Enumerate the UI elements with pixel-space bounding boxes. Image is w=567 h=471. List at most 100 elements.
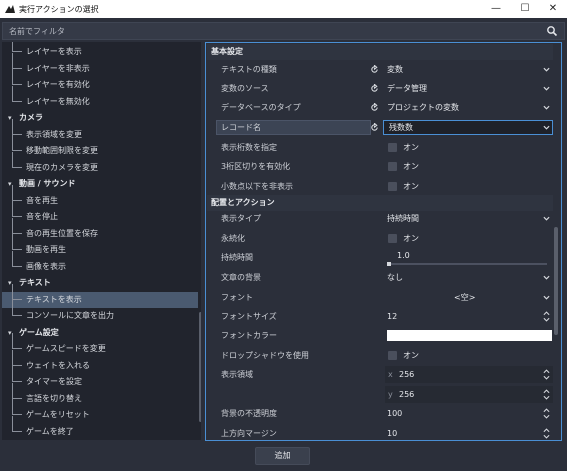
maximize-button[interactable]: ☐ [511,0,539,18]
chevron-down-icon[interactable] [543,275,550,280]
tree-item[interactable]: コンソールに文章を出力 [2,300,198,324]
tree-label: テキスト [19,278,51,287]
duration-slider-track[interactable] [387,263,547,265]
tree-label: タイマーを設定 [26,377,82,386]
tree-item[interactable]: タイマーを設定 [2,366,198,390]
checkbox[interactable] [388,143,397,152]
tree-item[interactable]: ゲームをリセット [2,399,198,423]
properties-scrollbar[interactable] [554,45,558,437]
chevron-down-icon[interactable] [543,295,550,300]
tree-item[interactable]: 音の再生位置を保存 [2,217,198,242]
tree-item[interactable]: 音を停止 [2,201,198,225]
spinner-icon[interactable] [543,369,550,380]
prop-record-name[interactable]: レコード名 残数数 [207,118,553,137]
dialog-footer: 追加 [0,443,567,471]
prop-font-size[interactable]: フォントサイズ 12 [207,307,553,326]
prop-display-area-x[interactable]: 表示領域 x 256 [207,365,553,384]
reset-icon[interactable] [370,65,379,74]
tree-label: 動画を再生 [26,245,66,254]
chevron-down-icon[interactable] [543,125,550,130]
chevron-down-icon[interactable] [543,67,550,72]
tree-item[interactable]: ウェイトを入れる [2,349,198,374]
properties-scrollbar-thumb[interactable] [554,227,558,335]
checkbox[interactable] [388,234,397,243]
prop-show-digits[interactable]: 表示桁数を指定 オン [207,138,553,157]
prop-var-source[interactable]: 変数のソース データ管理 [207,79,553,98]
tree-item[interactable]: 表示領域を変更 [2,118,198,143]
prop-persist[interactable]: 永続化 オン [207,229,553,248]
checkbox[interactable] [388,162,397,171]
prop-duration[interactable]: 持続時間 1.0 [207,248,553,267]
prop-text-background[interactable]: 文章の背景 なし [207,268,553,287]
tree-item[interactable]: 移動範囲制限を変更 [2,135,198,159]
tree-scrollbar[interactable] [199,312,201,422]
tree-item[interactable]: ゲームを終了 [2,415,198,440]
tree-item[interactable]: レイヤーを表示 [2,42,198,60]
prop-display-type[interactable]: 表示タイプ 持続時間 [207,209,553,228]
checkbox-label: オン [403,182,419,191]
minimize-button[interactable]: — [482,0,510,18]
tree-item[interactable]: 画像を表示 [2,250,198,275]
chevron-down-icon[interactable] [543,105,550,110]
prop-font[interactable]: フォント <空> [207,288,553,307]
tree-item[interactable]: レイヤーを無効化 [2,85,198,110]
tree-item[interactable]: 音を再生 [2,184,198,209]
tree-item[interactable]: 現在のカメラを変更 [2,151,198,176]
reset-icon[interactable] [370,103,379,112]
tree-label: カメラ [19,113,43,122]
tree-item[interactable]: レイヤーを非表示 [2,52,198,77]
prop-label: 表示タイプ [221,214,261,223]
prop-display-area-y[interactable]: y 256 [207,385,553,404]
add-button[interactable]: 追加 [255,447,310,465]
close-button[interactable]: ✕ [539,0,567,18]
tree-category[interactable]: ▾ 動画 / サウンド [2,176,198,192]
tree-guide-hook [12,397,22,399]
chevron-down-icon[interactable] [543,86,550,91]
tree-item[interactable]: テキストを表示 [2,283,198,308]
tree-item[interactable]: 言語を切り替え [2,382,198,407]
tree-category[interactable]: ▾ ゲーム設定 [2,325,198,341]
checkbox[interactable] [388,351,397,360]
prop-bg-opacity[interactable]: 背景の不透明度 100 [207,404,553,423]
font-color-swatch[interactable] [387,330,552,341]
tree-guide-hook [12,364,22,366]
tree-item[interactable]: レイヤーを有効化 [2,69,198,93]
prop-value: プロジェクトの変数 [387,103,459,112]
chevron-down-icon[interactable]: ▾ [8,325,12,341]
tree-category[interactable]: ▾ テキスト [2,275,198,291]
spinner-icon[interactable] [543,311,550,322]
prop-db-type[interactable]: データベースのタイプ プロジェクトの変数 [207,98,553,117]
tree-guide-line [12,349,13,366]
reset-icon[interactable] [370,84,379,93]
checkbox[interactable] [388,182,397,191]
filter-input[interactable] [9,25,529,38]
prop-text-type[interactable]: テキストの種類 変数 [207,60,553,79]
prop-digit-separator[interactable]: 3桁区切りを有効化 オン [207,157,553,176]
prop-value: 12 [387,312,398,321]
prop-label: 表示領域 [221,370,253,379]
search-icon[interactable] [546,25,558,37]
prop-label: フォントサイズ [221,312,277,321]
tree-guide-hook [12,166,22,168]
reset-icon[interactable] [370,123,379,132]
prop-font-color[interactable]: フォントカラー [207,326,553,345]
prop-hide-decimals[interactable]: 小数点以下を非表示 オン [207,177,553,196]
prop-top-margin[interactable]: 上方向マージン 10 [207,424,553,440]
chevron-down-icon[interactable]: ▾ [8,110,12,126]
chevron-down-icon[interactable]: ▾ [8,275,12,291]
tree-guide-line [12,118,13,135]
spinner-icon[interactable] [543,389,550,400]
duration-slider-handle[interactable] [387,262,391,266]
chevron-down-icon[interactable]: ▾ [8,176,12,192]
prop-label: 3桁区切りを有効化 [221,162,291,171]
spinner-icon[interactable] [543,408,550,419]
spinner-icon[interactable] [543,428,550,439]
prop-label: 文章の背景 [221,273,261,282]
tree-item[interactable]: ゲームスピードを変更 [2,333,198,357]
tree-category[interactable]: ▾ カメラ [2,110,198,126]
chevron-down-icon[interactable] [543,216,550,221]
prop-value: 残数数 [389,123,413,132]
tree-item[interactable]: 動画を再生 [2,234,198,258]
prop-drop-shadow[interactable]: ドロップシャドウを使用 オン [207,346,553,365]
window-title: 実行アクションの選択 [19,4,99,14]
